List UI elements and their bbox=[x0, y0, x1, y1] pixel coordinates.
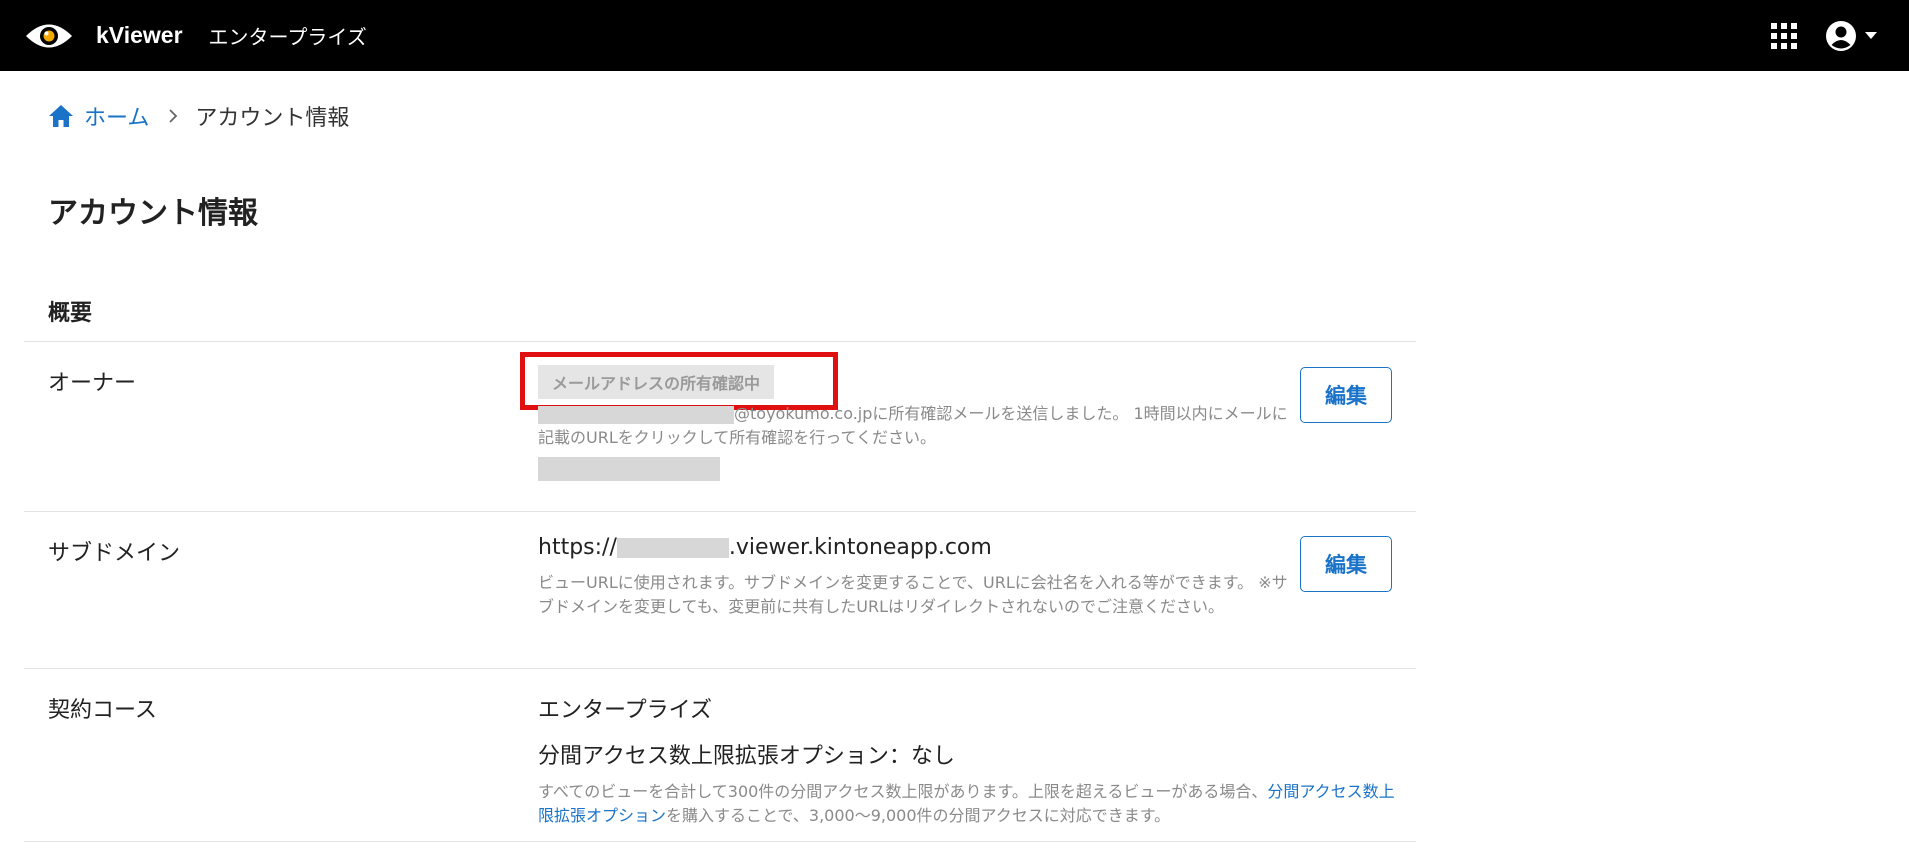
page-title: アカウント情報 bbox=[48, 196, 258, 231]
plan-help-before: すべてのビューを合計して300件の分間アクセス数上限があります。上限を超えるビュ… bbox=[538, 782, 1268, 801]
plan-row: 契約コース エンタープライズ 分間アクセス数上限拡張オプション：なし すべてのビ… bbox=[24, 668, 1416, 842]
breadcrumb-home-label[interactable]: ホーム bbox=[84, 100, 149, 132]
plan-help-after: を購入することで、3,000〜9,000件の分間アクセスに対応できます。 bbox=[666, 806, 1171, 825]
account-info-table: オーナー メールアドレスの所有確認中 @toyokumo.co.jpに所有確認メ… bbox=[24, 341, 1416, 842]
subdomain-edit-button[interactable]: 編集 bbox=[1300, 536, 1392, 592]
redacted-subdomain bbox=[616, 538, 729, 558]
plan-help: すべてのビューを合計して300件の分間アクセス数上限があります。上限を超えるビュ… bbox=[538, 780, 1400, 828]
status-badge: メールアドレスの所有確認中 bbox=[538, 365, 775, 399]
breadcrumb-home-link[interactable]: ホーム bbox=[48, 100, 149, 132]
top-right-controls bbox=[1771, 0, 1877, 71]
plan-label: 契約コース bbox=[48, 698, 157, 723]
subdomain-url: https:// .viewer.kintoneapp.com bbox=[538, 535, 1328, 560]
eye-logo-icon[interactable] bbox=[24, 19, 74, 53]
top-bar: kViewer エンタープライズ bbox=[0, 0, 1909, 71]
owner-message: @toyokumo.co.jpに所有確認メールを送信しました。 1時間以内にメー… bbox=[538, 402, 1298, 450]
chevron-right-icon bbox=[169, 109, 178, 123]
brand-name[interactable]: kViewer bbox=[96, 22, 183, 49]
subdomain-help: ビューURLに使用されます。サブドメインを変更することで、URLに会社名を入れる… bbox=[538, 573, 1288, 616]
section-title: 概要 bbox=[48, 301, 93, 326]
owner-row: オーナー メールアドレスの所有確認中 @toyokumo.co.jpに所有確認メ… bbox=[24, 341, 1416, 511]
subdomain-row: サブドメイン https:// .viewer.kintoneapp.com ビュ… bbox=[24, 511, 1416, 668]
url-suffix: .viewer.kintoneapp.com bbox=[728, 535, 992, 560]
plan-option-value: 分間アクセス数上限拡張オプション：なし bbox=[538, 744, 955, 769]
url-prefix: https:// bbox=[538, 535, 617, 560]
plan-name: エンタープライズ bbox=[208, 25, 367, 49]
owner-label: オーナー bbox=[48, 371, 137, 396]
breadcrumb-current: アカウント情報 bbox=[195, 106, 350, 131]
plan-name-value: エンタープライズ bbox=[538, 698, 713, 723]
breadcrumb: ホーム アカウント情報 bbox=[48, 100, 349, 132]
redacted-email bbox=[538, 405, 734, 424]
home-icon bbox=[49, 105, 73, 127]
subdomain-label: サブドメイン bbox=[48, 541, 181, 566]
apps-grid-icon[interactable] bbox=[1771, 22, 1797, 49]
plan-value: エンタープライズ 分間アクセス数上限拡張オプション：なし すべてのビューを合計し… bbox=[520, 692, 1400, 828]
user-menu[interactable] bbox=[1825, 20, 1877, 52]
owner-edit-button[interactable]: 編集 bbox=[1300, 367, 1392, 423]
subdomain-value: https:// .viewer.kintoneapp.com ビューURLに使用… bbox=[520, 535, 1310, 616]
chevron-down-icon[interactable] bbox=[1865, 31, 1877, 40]
redacted-owner-name bbox=[538, 457, 720, 481]
user-avatar-icon[interactable] bbox=[1825, 20, 1857, 52]
owner-email-domain: @toyokumo.co.jp bbox=[734, 404, 873, 423]
